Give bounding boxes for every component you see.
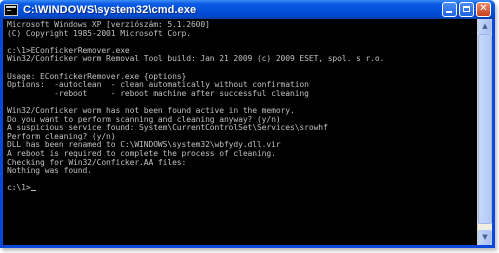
window-title: C:\WINDOWS\system32\cmd.exe <box>23 3 197 16</box>
command-prompt-line[interactable]: c:\1> <box>7 183 477 193</box>
console-line: Nothing was found. <box>7 166 92 176</box>
scroll-down-button[interactable]: ▼ <box>478 230 492 245</box>
minimize-icon <box>446 11 452 13</box>
screenshot-page: C:\WINDOWS\system32\cmd.exe ✕ Microsoft … <box>0 0 499 253</box>
scroll-up-button[interactable]: ▲ <box>478 19 492 34</box>
close-icon: ✕ <box>479 3 488 14</box>
maximize-icon <box>463 6 470 12</box>
cmd-window: C:\WINDOWS\system32\cmd.exe ✕ Microsoft … <box>0 0 495 248</box>
vertical-scrollbar[interactable]: ▲ ▼ <box>477 19 492 245</box>
command-prompt: c:\1> <box>7 183 31 193</box>
cmd-icon[interactable] <box>4 3 18 16</box>
arrow-up-icon: ▲ <box>482 22 488 30</box>
console-line: -reboot - reboot machine after successfu… <box>7 88 309 98</box>
close-button[interactable]: ✕ <box>476 2 491 17</box>
text-cursor <box>30 190 36 192</box>
window-controls: ✕ <box>442 2 491 17</box>
title-bar[interactable]: C:\WINDOWS\system32\cmd.exe ✕ <box>0 0 495 19</box>
console-line: (C) Copyright 1985-2001 Microsoft Corp. <box>7 28 191 38</box>
minimize-button[interactable] <box>442 2 457 17</box>
arrow-down-icon: ▼ <box>482 233 488 241</box>
maximize-button[interactable] <box>459 2 474 17</box>
scrollbar-thumb[interactable] <box>478 34 492 224</box>
window-client-area: Microsoft Windows XP [verziószám: 5.1.26… <box>3 19 492 245</box>
console-output[interactable]: Microsoft Windows XP [verziószám: 5.1.26… <box>3 19 477 245</box>
console-line: Win32/Conficker worm Removal Tool build:… <box>7 54 385 64</box>
